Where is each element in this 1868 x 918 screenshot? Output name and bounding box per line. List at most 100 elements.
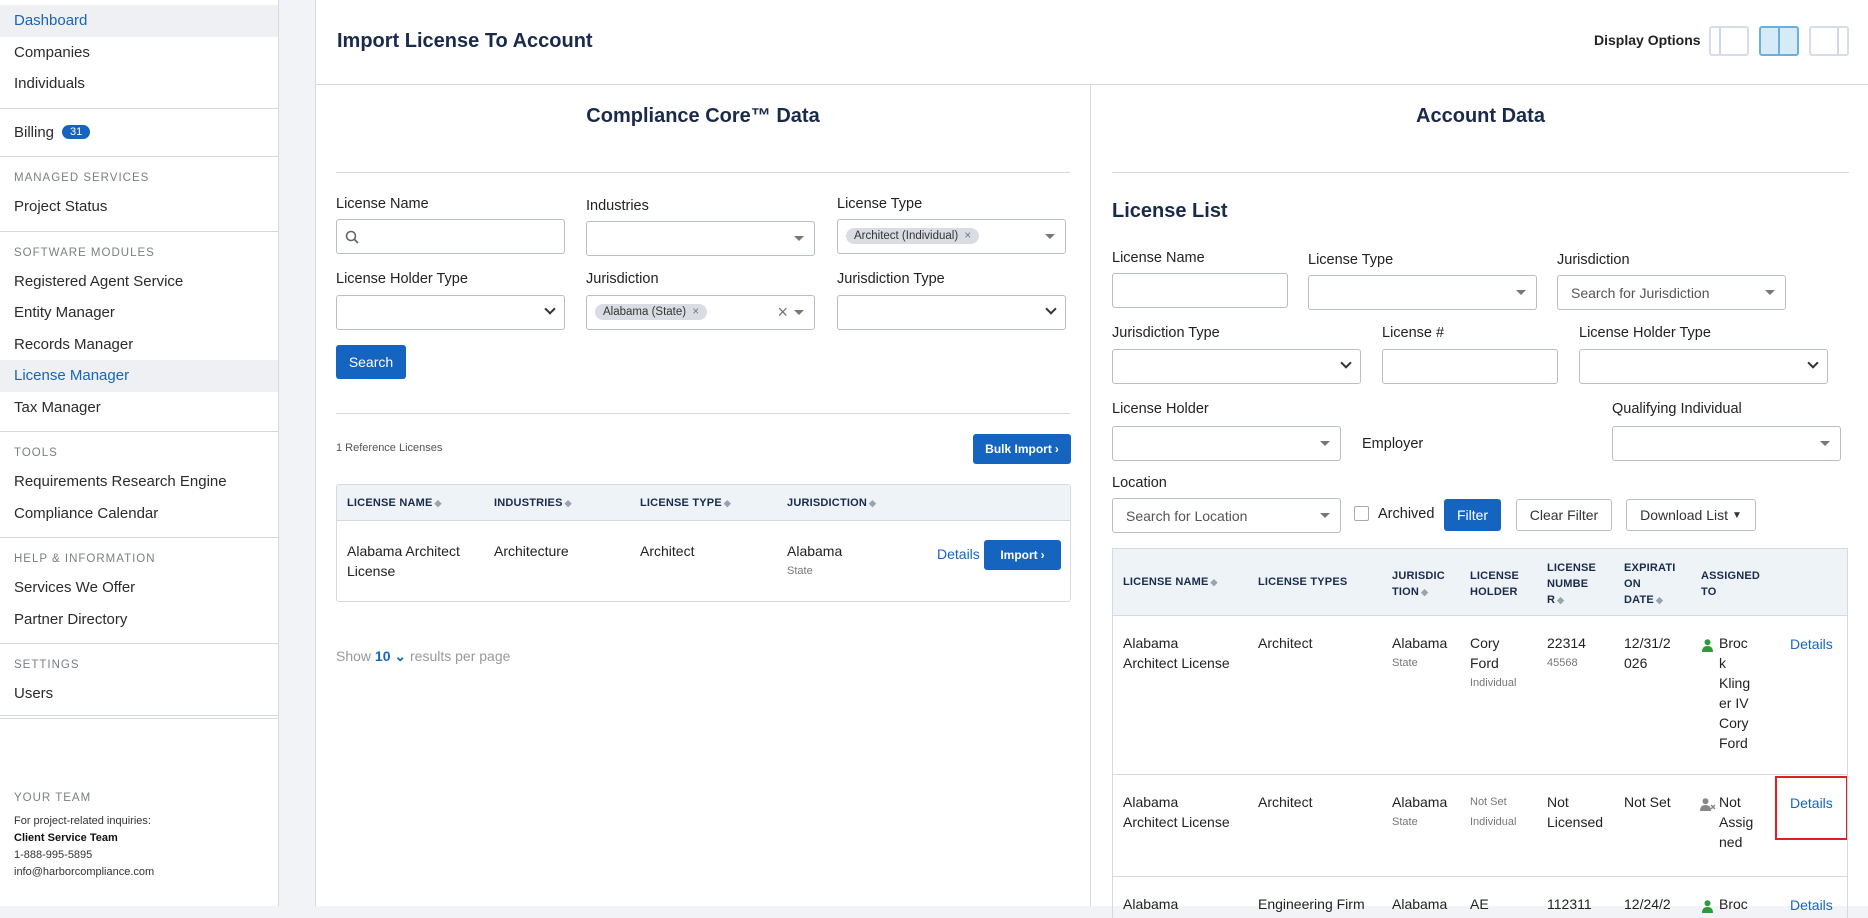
layout-left-button[interactable]: [1709, 26, 1749, 56]
sidebar-item-dashboard[interactable]: Dashboard: [0, 5, 278, 37]
main-panel: Import License To Account Display Option…: [315, 0, 1868, 918]
jurisdiction-chip[interactable]: Alabama (State) ×: [595, 304, 708, 320]
jurisdiction-select[interactable]: Search for Jurisdiction: [1557, 275, 1786, 310]
sidebar-item-project-status[interactable]: Project Status: [0, 191, 278, 223]
qualifying-select[interactable]: [1612, 426, 1841, 461]
sidebar-item-registered-agent[interactable]: Registered Agent Service: [0, 266, 278, 298]
divider: [0, 643, 278, 644]
column-header-expiration[interactable]: EXPIRATI ON DATE ◆: [1624, 560, 1676, 608]
cell-jurisdiction: Alabama: [1392, 896, 1448, 912]
bulk-import-button[interactable]: Bulk Import ›: [973, 434, 1071, 464]
results-label: results per page: [410, 648, 511, 664]
team-email[interactable]: info@harborcompliance.com: [14, 864, 154, 881]
caret-down-icon: [794, 310, 804, 315]
cell-holder: Cory Ford Individual: [1470, 635, 1517, 689]
details-link[interactable]: Details: [1790, 897, 1833, 913]
location-select[interactable]: Search for Location: [1112, 498, 1341, 533]
team-contact: YOUR TEAM For project-related inquiries:…: [14, 790, 154, 881]
archived-label: Archived: [1378, 506, 1435, 522]
industries-select[interactable]: [586, 221, 815, 256]
sidebar-item-tax-manager[interactable]: Tax Manager: [0, 392, 278, 424]
pagination-size: Show 10 ⌄ results per page: [336, 648, 510, 665]
column-header-jurisdiction[interactable]: JURISDICTION◆: [1392, 568, 1445, 600]
jurisdiction-type-select[interactable]: [837, 295, 1066, 330]
jurisdiction-type-select[interactable]: [1112, 349, 1361, 384]
caret-down-icon: [1765, 290, 1775, 295]
display-options-label: Display Options: [1594, 32, 1701, 48]
column-header-assigned: ASSIGNED TO: [1701, 570, 1761, 598]
cell-license-name: Alabama Architect License: [347, 543, 460, 579]
column-header-license-number[interactable]: LICENSE NUMBE R ◆: [1547, 560, 1596, 608]
chip-label: Alabama (State): [603, 306, 687, 318]
sidebar-item-entity-manager[interactable]: Entity Manager: [0, 297, 278, 329]
column-header-industries[interactable]: INDUSTRIES ◆: [494, 497, 572, 509]
license-holder-select[interactable]: [1112, 426, 1341, 461]
remove-chip-icon[interactable]: ×: [692, 306, 699, 318]
cell-jurisdiction-sub: State: [787, 565, 813, 577]
cell-industry: Architecture: [494, 543, 569, 559]
column-header-jurisdiction[interactable]: JURISDICTION◆: [787, 497, 876, 509]
table-header: LICENSE NAME ◆ LICENSE TYPES JURISDIC TION…: [1113, 549, 1847, 616]
import-button[interactable]: Import ›: [984, 540, 1061, 570]
jurisdiction-type-label: Jurisdiction Type: [1112, 325, 1220, 341]
employer-label: Employer: [1362, 436, 1424, 452]
search-button[interactable]: Search: [336, 345, 406, 379]
account-data-title: Account Data: [1112, 105, 1849, 173]
cell-jurisdiction: Alabama State: [1392, 635, 1448, 669]
sidebar-item-records-manager[interactable]: Records Manager: [0, 329, 278, 361]
show-label: Show: [336, 648, 372, 664]
layout-right-button[interactable]: [1809, 26, 1849, 56]
import-label: Import: [1000, 548, 1038, 562]
sidebar-item-individuals[interactable]: Individuals: [0, 68, 278, 100]
remove-chip-icon[interactable]: ×: [964, 230, 971, 242]
cell-license-name: Alabama Architect License: [1123, 635, 1230, 671]
details-link[interactable]: Details: [937, 546, 980, 562]
column-header-license-name[interactable]: LICENSE NAME ◆: [347, 497, 442, 509]
sidebar-item-partner-directory[interactable]: Partner Directory: [0, 604, 278, 636]
qualifying-label: Qualifying Individual: [1612, 401, 1742, 417]
license-type-select[interactable]: [1308, 275, 1537, 310]
license-type-chip[interactable]: Architect (Individual) ×: [846, 228, 980, 244]
layout-split-button[interactable]: [1759, 26, 1799, 56]
cell-holder: Not Set Individual: [1470, 796, 1517, 828]
section-heading-settings: SETTINGS: [14, 659, 80, 671]
download-label: Download List: [1640, 507, 1729, 523]
sidebar-item-research-engine[interactable]: Requirements Research Engine: [0, 466, 278, 498]
license-type-label: License Type: [1308, 252, 1394, 268]
sidebar-item-services[interactable]: Services We Offer: [0, 572, 278, 604]
license-name-input[interactable]: [1112, 273, 1288, 308]
column-header-license-name[interactable]: LICENSE NAME ◆: [1123, 576, 1218, 588]
section-heading-software: SOFTWARE MODULES: [14, 246, 155, 259]
search-icon: [345, 230, 359, 244]
sidebar-item-users[interactable]: Users: [0, 678, 278, 710]
clear-icon[interactable]: ×: [777, 302, 788, 323]
license-name-search-input[interactable]: [336, 219, 565, 254]
sidebar-item-companies[interactable]: Companies: [0, 37, 278, 69]
compliance-core-title: Compliance Core™ Data: [336, 105, 1070, 173]
table-row: Alabama Architect License Architect Alaba…: [1113, 776, 1847, 877]
download-list-button[interactable]: Download List ▼: [1626, 499, 1756, 531]
sidebar: Dashboard Companies Individuals Billing 3…: [0, 0, 279, 906]
details-link[interactable]: Details: [1790, 636, 1833, 652]
license-name-label: License Name: [1112, 250, 1205, 266]
license-holder-label: License Holder: [1112, 401, 1209, 417]
sidebar-item-billing[interactable]: Billing 31: [0, 117, 278, 149]
holder-type-select[interactable]: [1579, 349, 1828, 384]
bulk-import-label: Bulk Import: [985, 442, 1052, 456]
cell-license-type: Architect: [1258, 794, 1313, 810]
clear-filter-button[interactable]: Clear Filter: [1516, 499, 1612, 531]
chevron-down-icon: [1045, 303, 1057, 315]
license-number-input[interactable]: [1382, 349, 1558, 384]
divider: [0, 715, 279, 716]
filter-button[interactable]: Filter: [1444, 499, 1501, 531]
jurisdiction-select[interactable]: Alabama (State) × ×: [586, 295, 815, 330]
column-header-license-type[interactable]: LICENSE TYPE ◆: [640, 497, 731, 509]
sidebar-item-compliance-calendar[interactable]: Compliance Calendar: [0, 498, 278, 530]
sidebar-item-license-manager[interactable]: License Manager: [0, 360, 278, 392]
holder-type-select[interactable]: [336, 295, 565, 330]
cell-assigned: Not Assig ned: [1719, 794, 1754, 850]
per-page-select[interactable]: 10 ⌄: [375, 648, 406, 664]
license-type-select[interactable]: Architect (Individual) ×: [837, 219, 1066, 254]
divider: [0, 431, 278, 432]
archived-checkbox[interactable]: [1354, 506, 1369, 521]
